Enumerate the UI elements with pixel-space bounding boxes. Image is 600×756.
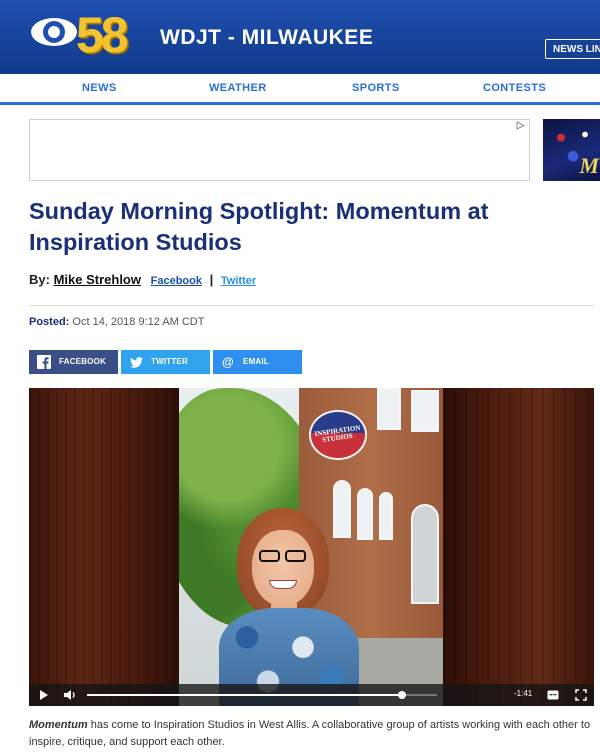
at-sign-icon: @ (222, 355, 234, 369)
nav-item-contests[interactable]: CONTESTS (483, 82, 546, 94)
station-name: WDJT - MILWAUKEE (160, 26, 374, 49)
author-twitter-link[interactable]: Twitter (221, 275, 256, 287)
captions-icon[interactable] (547, 690, 559, 700)
share-twitter-button[interactable]: TWITTER (121, 350, 210, 374)
progress-fill (87, 694, 402, 696)
facebook-icon (37, 355, 51, 369)
nav-item-weather[interactable]: WEATHER (209, 82, 267, 94)
posted-value: Oct 14, 2018 9:12 AM CDT (72, 316, 205, 328)
caption-title: Momentum (29, 719, 88, 731)
building-window (411, 390, 439, 432)
logo-number: 58 (76, 7, 129, 63)
progress-bar[interactable] (87, 691, 437, 699)
posted-label: Posted: (29, 316, 70, 328)
video-caption: Momentum has come to Inspiration Studios… (29, 717, 599, 751)
article-headline: Sunday Morning Spotlight: Momentum at In… (29, 198, 489, 255)
volume-icon[interactable] (63, 689, 77, 701)
byline-label: By: (29, 272, 50, 287)
main-nav: NEWS WEATHER SPORTS CONTESTS (0, 78, 600, 105)
station-logo[interactable]: 58 (30, 7, 148, 63)
time-remaining: -1:41 (514, 689, 533, 698)
share-email-button[interactable]: @ EMAIL (213, 350, 302, 374)
byline: By: Mike Strehlow Facebook | Twitter (29, 272, 256, 287)
face (252, 530, 314, 606)
side-ad-logo: M (579, 153, 599, 178)
building-window (377, 388, 401, 430)
wood-background-right (443, 388, 594, 706)
site-header: 58 WDJT - MILWAUKEE NEWS LINE (0, 0, 600, 74)
video-frame-photo: INSPIRATION STUDIOS (179, 388, 443, 706)
video-controls: -1:41 (29, 684, 594, 706)
cbs-eye-icon (31, 18, 77, 46)
share-facebook-label: FACEBOOK (59, 357, 106, 366)
inspiration-studios-sign: INSPIRATION STUDIOS (309, 410, 367, 460)
byline-separator: | (209, 272, 214, 287)
posted-date: Posted: Oct 14, 2018 9:12 AM CDT (29, 316, 204, 328)
side-ad[interactable]: M (543, 119, 600, 181)
nav-item-news[interactable]: NEWS (82, 82, 117, 94)
share-email-label: EMAIL (243, 357, 269, 366)
author-link[interactable]: Mike Strehlow (54, 272, 141, 287)
glasses (257, 550, 309, 564)
banner-ad[interactable] (29, 119, 530, 181)
ad-choices-icon[interactable] (516, 121, 525, 130)
arched-doorway (411, 504, 439, 604)
progress-handle[interactable] (398, 691, 406, 699)
share-facebook-button[interactable]: FACEBOOK (29, 350, 118, 374)
video-player[interactable]: INSPIRATION STUDIOS -1:41 (29, 388, 594, 706)
play-icon[interactable] (39, 689, 49, 701)
author-facebook-link[interactable]: Facebook (151, 275, 202, 287)
wood-background-left (29, 388, 179, 706)
person-portrait (219, 508, 369, 706)
share-twitter-label: TWITTER (151, 357, 188, 366)
fullscreen-icon[interactable] (575, 689, 587, 701)
newsline-button[interactable]: NEWS LINE (545, 39, 600, 59)
nav-item-sports[interactable]: SPORTS (352, 82, 400, 94)
byline-divider (29, 305, 594, 306)
twitter-icon (129, 355, 143, 369)
caption-text: has come to Inspiration Studios in West … (29, 719, 591, 748)
arched-window (379, 492, 393, 540)
